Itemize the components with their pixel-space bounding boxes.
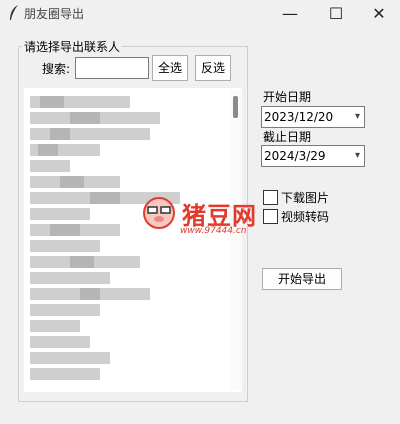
title-bar: 朋友圈导出 — ☐ ✕ xyxy=(0,0,400,28)
list-item[interactable] xyxy=(30,288,150,300)
transcode-video-checkbox[interactable] xyxy=(263,209,278,224)
maximize-button[interactable]: ☐ xyxy=(314,0,358,28)
scroll-thumb[interactable] xyxy=(233,96,238,118)
list-item[interactable] xyxy=(30,96,130,108)
end-date-label: 截止日期 xyxy=(263,130,312,144)
start-date-label: 开始日期 xyxy=(263,90,312,104)
chevron-down-icon: ▾ xyxy=(354,150,360,161)
list-item[interactable] xyxy=(30,320,80,332)
list-item[interactable] xyxy=(30,208,90,220)
reverse-select-button[interactable]: 反选 xyxy=(195,55,231,81)
list-item[interactable] xyxy=(30,144,100,156)
pig-logo-icon xyxy=(143,197,175,229)
close-button[interactable]: ✕ xyxy=(357,0,400,28)
feather-icon xyxy=(10,5,18,20)
minimize-button[interactable]: — xyxy=(268,0,312,28)
start-export-button[interactable]: 开始导出 xyxy=(262,268,342,290)
list-item[interactable] xyxy=(30,352,110,364)
end-date-value: 2024/3/29 xyxy=(264,149,326,163)
list-item[interactable] xyxy=(30,240,100,252)
list-item[interactable] xyxy=(30,272,110,284)
end-date-select[interactable]: 2024/3/29 ▾ xyxy=(261,145,365,167)
transcode-video-label: 视频转码 xyxy=(281,210,330,224)
list-item[interactable] xyxy=(30,368,100,380)
search-label: 搜索: xyxy=(42,62,71,76)
contacts-group-label: 请选择导出联系人 xyxy=(22,38,123,55)
list-item[interactable] xyxy=(30,256,140,268)
select-all-button[interactable]: 全选 xyxy=(152,55,188,81)
chevron-down-icon: ▾ xyxy=(354,111,360,122)
search-input[interactable] xyxy=(75,57,149,79)
download-images-label: 下载图片 xyxy=(281,191,330,205)
list-item[interactable] xyxy=(30,304,100,316)
list-item[interactable] xyxy=(30,112,160,124)
download-images-checkbox[interactable] xyxy=(263,190,278,205)
window-title: 朋友圈导出 xyxy=(24,7,85,21)
start-date-select[interactable]: 2023/12/20 ▾ xyxy=(261,106,365,128)
start-date-value: 2023/12/20 xyxy=(264,110,334,124)
list-item[interactable] xyxy=(30,224,120,236)
list-item[interactable] xyxy=(30,160,70,172)
watermark: 猪豆网 www.97444.cn xyxy=(140,194,260,238)
list-item[interactable] xyxy=(30,128,150,140)
list-item[interactable] xyxy=(30,336,90,348)
watermark-url: www.97444.cn xyxy=(180,226,247,236)
list-item[interactable] xyxy=(30,176,120,188)
contact-listbox[interactable] xyxy=(24,88,242,392)
list-scrollbar[interactable] xyxy=(230,90,242,390)
